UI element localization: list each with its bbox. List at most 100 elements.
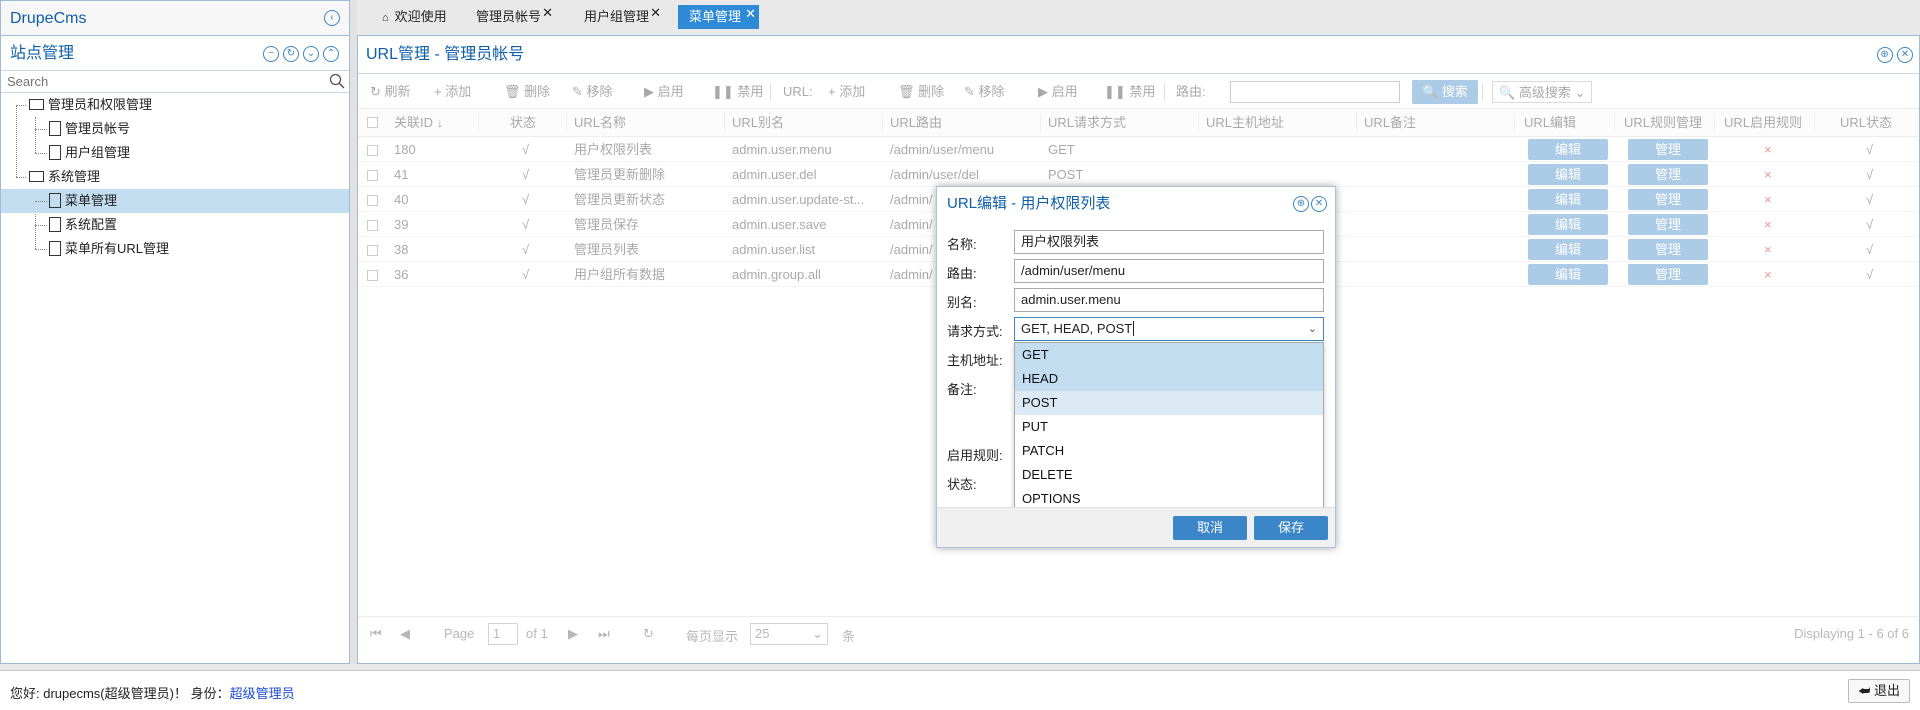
col-method[interactable]: URL请求方式	[1048, 109, 1198, 137]
tree-item-config[interactable]: 系统配置	[1, 213, 349, 237]
close-icon[interactable]: ✕	[1897, 46, 1913, 63]
tree-item-menu[interactable]: 菜单管理	[1, 189, 349, 213]
edit-button[interactable]: 编辑	[1528, 139, 1608, 160]
close-icon[interactable]: ✕	[542, 1, 553, 25]
tab-user-group[interactable]: 用户组管理 ✕	[572, 5, 663, 29]
col-url-status[interactable]: URL状态	[1840, 109, 1920, 137]
search-input[interactable]	[1, 71, 349, 92]
col-alias[interactable]: URL别名	[732, 109, 882, 137]
save-button[interactable]: 保存	[1254, 516, 1328, 540]
cancel-button[interactable]: 取消	[1173, 516, 1247, 540]
col-edit[interactable]: URL编辑	[1524, 109, 1614, 137]
refresh-button[interactable]: ↻ 刷新	[370, 81, 411, 103]
tree-label: 菜单所有URL管理	[65, 241, 170, 256]
tab-admin-account[interactable]: 管理员帐号 ✕	[464, 5, 555, 29]
first-page-icon[interactable]: ⏮	[370, 626, 382, 642]
delete-button[interactable]: 🗑 删除	[504, 81, 550, 103]
tree-label: 用户组管理	[65, 145, 131, 160]
row-checkbox[interactable]	[367, 170, 378, 181]
expand-down-icon[interactable]: ⌄	[303, 45, 319, 62]
close-icon[interactable]: ✕	[745, 2, 756, 26]
close-icon[interactable]: ✕	[1311, 196, 1327, 213]
url-enable-button[interactable]: ▶ 启用	[1038, 81, 1078, 103]
url-disable-button[interactable]: ❚❚ 禁用	[1104, 81, 1155, 103]
table-row[interactable]: 41 √ 管理员更新删除 admin.user.del/admin/user/del P…	[358, 162, 1919, 187]
search-icon[interactable]	[329, 73, 345, 89]
option-get[interactable]: GET	[1015, 343, 1323, 367]
per-page-select[interactable]: 25 ⌄	[750, 623, 828, 645]
manage-button[interactable]: 管理	[1628, 164, 1708, 185]
row-checkbox[interactable]	[367, 195, 378, 206]
add-button[interactable]: + 添加	[434, 81, 471, 103]
route-field[interactable]: /admin/user/menu	[1014, 259, 1324, 283]
col-name[interactable]: URL名称	[574, 109, 724, 137]
manage-button[interactable]: 管理	[1628, 139, 1708, 160]
route-input[interactable]	[1230, 81, 1400, 103]
maximize-icon[interactable]: ⊕	[1293, 196, 1309, 213]
manage-button[interactable]: 管理	[1628, 214, 1708, 235]
col-remark[interactable]: URL备注	[1364, 109, 1514, 137]
row-checkbox[interactable]	[367, 220, 378, 231]
col-route[interactable]: URL路由	[890, 109, 1040, 137]
enable-button[interactable]: ▶ 启用	[644, 81, 684, 103]
row-checkbox[interactable]	[367, 270, 378, 281]
alias-field[interactable]: admin.user.menu	[1014, 288, 1324, 312]
col-rule-enable[interactable]: URL启用规则	[1724, 109, 1814, 137]
tab-menu[interactable]: 菜单管理 ✕	[678, 2, 760, 29]
manage-button[interactable]: 管理	[1628, 189, 1708, 210]
edit-button[interactable]: 编辑	[1528, 189, 1608, 210]
option-delete[interactable]: DELETE	[1015, 463, 1323, 487]
prev-page-icon[interactable]: ◀	[400, 626, 410, 642]
col-id[interactable]: 关联ID ↓	[394, 109, 474, 137]
method-combobox[interactable]: GET, HEAD, POST ⌄	[1014, 317, 1324, 341]
disable-button[interactable]: ❚❚ 禁用	[712, 81, 763, 103]
manage-button[interactable]: 管理	[1628, 264, 1708, 285]
option-put[interactable]: PUT	[1015, 415, 1323, 439]
edit-button[interactable]: 编辑	[1528, 164, 1608, 185]
close-icon[interactable]: ✕	[650, 1, 661, 25]
option-post[interactable]: POST	[1015, 391, 1323, 415]
remove-button[interactable]: ✎ 移除	[572, 81, 613, 103]
cell-name: 管理员保存	[574, 217, 640, 232]
edit-button[interactable]: 编辑	[1528, 214, 1608, 235]
manage-button[interactable]: 管理	[1628, 239, 1708, 260]
url-add-button[interactable]: + 添加	[828, 81, 865, 103]
name-field[interactable]: 用户权限列表	[1014, 230, 1324, 254]
tree-item-admin-account[interactable]: 管理员帐号	[1, 117, 349, 141]
collapse-left-icon[interactable]: ‹	[324, 10, 340, 26]
url-delete-button[interactable]: 🗑 删除	[898, 81, 944, 103]
expand-up-icon[interactable]: ⌃	[323, 45, 339, 62]
search-button[interactable]: 🔍 搜索	[1412, 80, 1478, 104]
reload-icon[interactable]: ↻	[643, 626, 654, 642]
splitter[interactable]	[350, 0, 357, 664]
refresh-icon[interactable]: ↻	[283, 45, 299, 62]
url-remove-button[interactable]: ✎ 移除	[964, 81, 1005, 103]
tab-label: 管理员帐号	[476, 9, 542, 24]
tree-item-user-group[interactable]: 用户组管理	[1, 141, 349, 165]
row-checkbox[interactable]	[367, 245, 378, 256]
page-input[interactable]: 1	[488, 623, 518, 645]
col-status[interactable]: 状态	[510, 109, 560, 137]
edit-button[interactable]: 编辑	[1528, 264, 1608, 285]
edit-button[interactable]: 编辑	[1528, 239, 1608, 260]
logout-button[interactable]: ⮨ 退出	[1848, 679, 1910, 703]
col-rule-manage[interactable]: URL规则管理	[1624, 109, 1714, 137]
cell-name: 管理员列表	[574, 242, 640, 257]
table-row[interactable]: 180 √ 用户权限列表 admin.user.menu/admin/user/men…	[358, 137, 1919, 162]
tree-item-menu-urls[interactable]: 菜单所有URL管理	[1, 237, 349, 261]
select-all-checkbox[interactable]	[367, 117, 378, 128]
maximize-icon[interactable]: ⊕	[1876, 46, 1893, 63]
tree-item-system[interactable]: 系统管理	[1, 165, 349, 189]
last-page-icon[interactable]: ⏭	[598, 626, 610, 642]
col-host[interactable]: URL主机地址	[1206, 109, 1356, 137]
row-checkbox[interactable]	[367, 145, 378, 156]
chevron-down-icon[interactable]: ⌄	[1308, 318, 1317, 340]
collapse-all-icon[interactable]: −	[263, 45, 279, 62]
advanced-search-button[interactable]: 🔍 高级搜索 ⌄	[1492, 81, 1593, 103]
next-page-icon[interactable]: ▶	[568, 626, 578, 642]
tree-item-admin-perm[interactable]: 管理员和权限管理	[1, 93, 349, 117]
role-link[interactable]: 超级管理员	[230, 686, 295, 701]
option-patch[interactable]: PATCH	[1015, 439, 1323, 463]
tab-welcome[interactable]: ⌂ 欢迎使用	[370, 5, 461, 29]
option-head[interactable]: HEAD	[1015, 367, 1323, 391]
